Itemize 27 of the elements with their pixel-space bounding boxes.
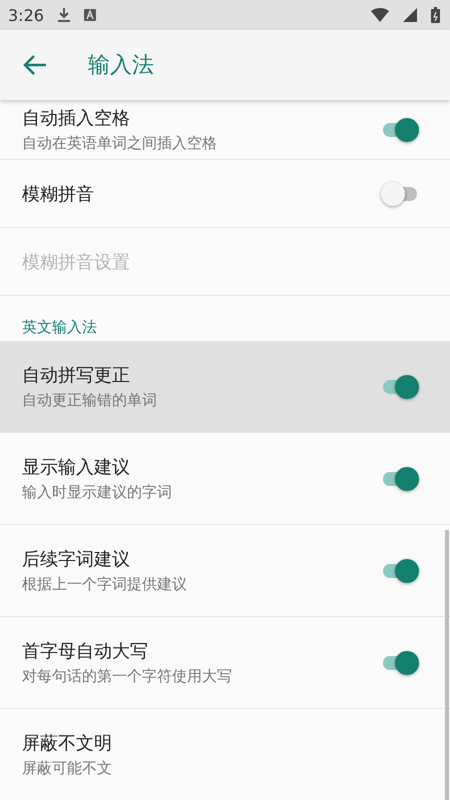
preference-row[interactable]: 自动拼写更正 自动更正输错的单词 <box>0 341 450 433</box>
preference-title: 显示输入建议 <box>22 456 131 479</box>
preference-title: 自动拼写更正 <box>22 364 131 387</box>
preference-summary: 根据上一个字词提供建议 <box>22 575 188 594</box>
preference-title: 自动插入空格 <box>22 107 131 130</box>
preference-summary: 自动更正输错的单词 <box>22 391 158 410</box>
back-button[interactable] <box>22 54 48 76</box>
download-icon <box>58 8 70 22</box>
preference-row[interactable]: 模糊拼音 <box>0 160 450 228</box>
preference-title: 后续字词建议 <box>22 548 131 571</box>
preference-title: 屏蔽不文明 <box>22 732 113 755</box>
signal-icon <box>403 8 417 22</box>
preference-summary: 对每句话的第一个字符使用大写 <box>22 667 233 686</box>
category-header: 英文输入法 <box>21 317 98 338</box>
battery-icon <box>431 7 440 23</box>
preference-row[interactable]: 显示输入建议 输入时显示建议的字词 <box>0 433 450 525</box>
keyboard-notification-icon <box>84 9 96 21</box>
clock: 3:26 <box>8 6 44 24</box>
preference-title: 首字母自动大写 <box>22 640 149 663</box>
preference-summary: 自动在英语单词之间插入空格 <box>22 134 218 153</box>
preference-summary: 屏蔽可能不文 <box>22 759 113 778</box>
preference-title: 模糊拼音 <box>22 182 95 206</box>
preference-summary: 输入时显示建议的字词 <box>22 483 173 502</box>
preference-title: 模糊拼音设置 <box>22 250 131 274</box>
wifi-icon <box>371 8 389 22</box>
preference-row[interactable]: 自动插入空格 自动在英语单词之间插入空格 <box>0 100 450 160</box>
screen-title: 输入法 <box>88 52 154 80</box>
